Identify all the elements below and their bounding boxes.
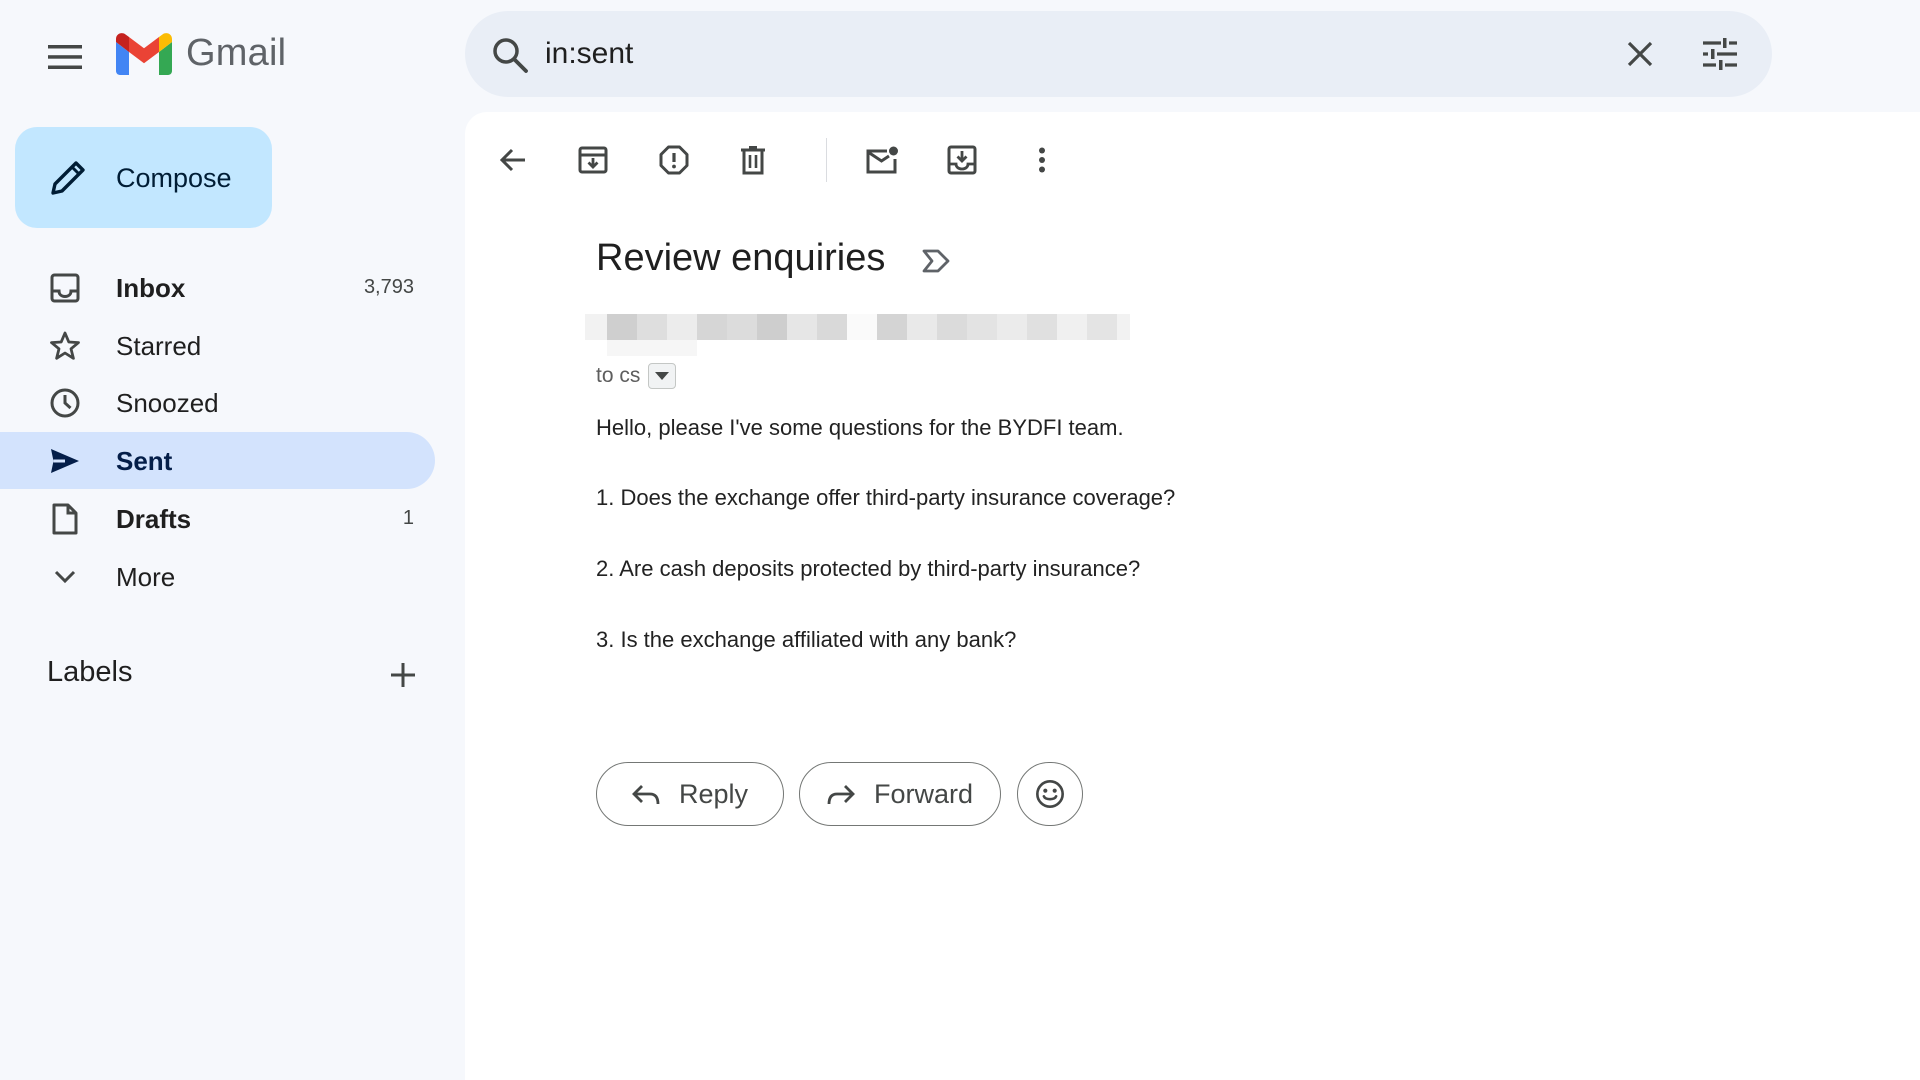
clear-search-button[interactable] xyxy=(1618,32,1662,76)
sidebar-item-sent[interactable]: Sent xyxy=(0,432,435,489)
recipient-line: to cs xyxy=(596,363,677,389)
message-body-line: 3. Is the exchange affiliated with any b… xyxy=(596,627,1017,652)
sidebar-item-label: Inbox xyxy=(116,273,186,303)
star-icon xyxy=(49,330,81,362)
sidebar-item-snoozed[interactable]: Snoozed xyxy=(0,374,435,431)
sidebar-item-label: Drafts xyxy=(116,504,192,534)
search-icon[interactable] xyxy=(490,35,530,75)
report-spam-icon xyxy=(659,145,689,175)
sidebar-item-inbox[interactable]: Inbox 3,793 xyxy=(0,259,435,316)
move-to-icon xyxy=(947,145,977,175)
label-important-icon[interactable] xyxy=(920,245,952,277)
chevron-down-icon xyxy=(49,561,81,593)
forward-label: Forward xyxy=(874,779,974,809)
sidebar-item-label: Starred xyxy=(116,331,202,361)
inbox-icon xyxy=(49,272,81,304)
delete-button[interactable] xyxy=(731,138,775,182)
mark-unread-button[interactable] xyxy=(860,138,904,182)
compose-label: Compose xyxy=(116,163,232,193)
search-options-button[interactable] xyxy=(1698,32,1742,76)
back-arrow-icon xyxy=(500,148,525,172)
send-icon xyxy=(49,445,81,477)
message-subject: Review enquiries xyxy=(596,237,886,279)
more-vert-icon xyxy=(1039,147,1045,173)
main-menu-button[interactable] xyxy=(40,32,90,82)
sidebar-item-more[interactable]: More xyxy=(0,548,435,605)
archive-icon xyxy=(578,146,608,174)
clock-icon xyxy=(49,387,81,419)
sidebar-item-drafts[interactable]: Drafts 1 xyxy=(0,490,435,547)
app-name: Gmail xyxy=(186,32,287,74)
message-body-line: 1. Does the exchange offer third-party i… xyxy=(596,485,1176,510)
labels-heading: Labels xyxy=(47,656,133,688)
move-to-button[interactable] xyxy=(940,138,984,182)
forward-button[interactable]: Forward xyxy=(799,762,1001,826)
draft-icon xyxy=(49,503,81,535)
delete-icon xyxy=(741,146,765,175)
hamburger-menu-icon xyxy=(48,45,82,69)
more-options-button[interactable] xyxy=(1020,138,1064,182)
toolbar-divider xyxy=(826,138,827,182)
draft-count: 1 xyxy=(402,507,414,529)
back-button[interactable] xyxy=(491,138,535,182)
close-icon xyxy=(1627,41,1653,67)
reply-button[interactable]: Reply xyxy=(596,762,784,826)
show-details-button[interactable] xyxy=(648,363,677,389)
message-body-line: Hello, please I've some questions for th… xyxy=(596,415,1124,440)
create-label-button[interactable] xyxy=(385,657,421,693)
gmail-m-icon xyxy=(116,32,172,75)
emoji-icon xyxy=(1035,779,1065,809)
message-view: Review enquiries to cs Hello, please I'v… xyxy=(465,112,1920,1080)
compose-button[interactable]: Compose xyxy=(15,127,272,228)
message-body-line: 2. Are cash deposits protected by third-… xyxy=(596,556,1141,581)
mark-unread-icon xyxy=(866,146,898,174)
archive-button[interactable] xyxy=(571,138,615,182)
caret-down-icon xyxy=(655,372,670,380)
add-reaction-button[interactable] xyxy=(1017,762,1083,826)
sidebar-item-label: More xyxy=(116,562,176,592)
pencil-icon xyxy=(51,161,85,195)
gmail-logo[interactable]: Gmail xyxy=(116,32,286,75)
reply-icon xyxy=(631,780,661,810)
forward-icon xyxy=(826,780,856,810)
plus-icon xyxy=(391,663,415,687)
sidebar-item-label: Sent xyxy=(116,446,173,476)
search-input[interactable]: in:sent xyxy=(545,37,633,71)
sidebar-item-starred[interactable]: Starred xyxy=(0,317,435,374)
report-spam-button[interactable] xyxy=(652,138,696,182)
search-bar[interactable]: in:sent xyxy=(465,11,1772,97)
recipient-text: to cs xyxy=(596,364,641,387)
unread-count: 3,793 xyxy=(363,276,414,298)
sidebar-item-label: Snoozed xyxy=(116,388,219,418)
reply-label: Reply xyxy=(679,779,749,809)
tune-icon xyxy=(1703,38,1737,70)
